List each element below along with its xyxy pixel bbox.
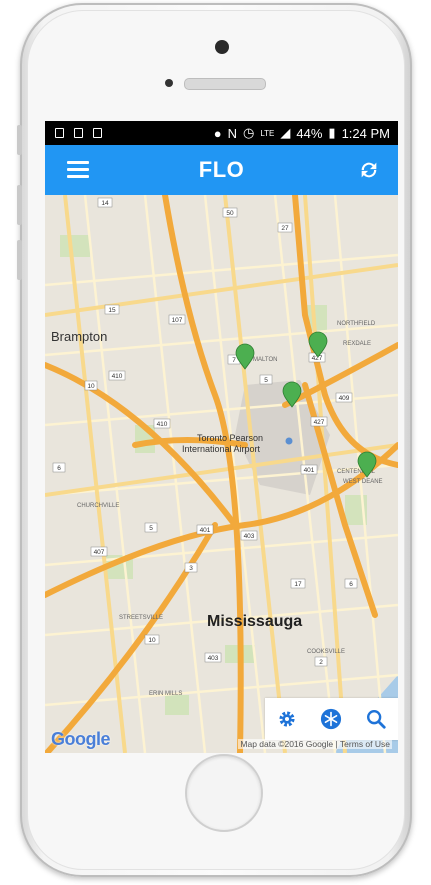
svg-text:5: 5	[149, 525, 153, 532]
proximity-sensor	[165, 79, 173, 87]
nfc-icon: N	[227, 125, 237, 141]
status-bar: ● N ◷ LTE ◢ 44% ▮ 1:24 PM	[45, 121, 398, 145]
status-indicators: ● N ◷ LTE ◢ 44% ▮ 1:24 PM	[214, 125, 398, 141]
mute-switch	[17, 125, 22, 155]
battery-icon: ▮	[328, 125, 336, 140]
svg-text:403: 403	[244, 533, 255, 540]
svg-text:403: 403	[208, 655, 219, 662]
gear-icon[interactable]	[276, 708, 298, 730]
refresh-icon[interactable]	[358, 159, 380, 181]
gallery-notification-icon	[55, 128, 64, 138]
message-notification-icon	[74, 128, 83, 138]
map-view[interactable]: 14 50 27 15 107 7 410 10 427 409 5 410 4…	[45, 195, 398, 753]
signal-icon: ◢	[280, 125, 291, 140]
label-airport-line2: International Airport	[182, 444, 261, 454]
label-churchville: CHURCHVILLE	[77, 503, 119, 509]
location-icon: ●	[213, 125, 222, 141]
alarm-icon: ◷	[242, 125, 255, 140]
svg-text:7: 7	[232, 357, 236, 364]
volume-up-button	[17, 185, 22, 225]
search-icon[interactable]	[365, 708, 387, 730]
svg-text:3: 3	[189, 565, 193, 572]
svg-text:409: 409	[339, 395, 350, 402]
svg-text:6: 6	[349, 581, 353, 588]
network-type-label: LTE	[260, 128, 275, 138]
home-button[interactable]	[185, 754, 263, 832]
svg-text:401: 401	[200, 527, 211, 534]
front-camera	[215, 40, 229, 54]
svg-text:410: 410	[112, 373, 123, 380]
clock-time: 1:24 PM	[341, 125, 390, 141]
label-erin-mills: ERIN MILLS	[149, 691, 182, 697]
app-bar: FLO	[45, 145, 398, 195]
earpiece-speaker	[184, 78, 266, 90]
label-streetsville: STREETSVILLE	[119, 615, 163, 621]
app-title: FLO	[198, 157, 245, 182]
svg-text:17: 17	[294, 581, 302, 588]
svg-text:10: 10	[148, 637, 156, 644]
label-airport-line1: Toronto Pearson	[197, 433, 263, 443]
svg-text:427: 427	[314, 419, 325, 426]
app-screen: ● N ◷ LTE ◢ 44% ▮ 1:24 PM FLO 14 50 27 1…	[45, 121, 398, 753]
label-brampton: Brampton	[51, 329, 107, 344]
svg-text:5: 5	[264, 377, 268, 384]
google-logo: Google	[51, 729, 111, 749]
label-cooksville: COOKSVILLE	[307, 649, 345, 655]
label-rexdale: REXDALE	[343, 341, 371, 347]
label-mississauga: Mississauga	[207, 613, 302, 630]
airport-icon	[285, 437, 293, 445]
svg-text:6: 6	[57, 465, 61, 472]
svg-text:2: 2	[319, 659, 323, 666]
svg-text:407: 407	[94, 549, 105, 556]
map-controls	[265, 698, 398, 740]
label-malton: MALTON	[253, 357, 277, 363]
svg-text:27: 27	[281, 225, 289, 232]
map-attribution[interactable]: Map data ©2016 Google | Terms of Use	[238, 739, 392, 749]
volume-down-button	[17, 240, 22, 280]
svg-text:410: 410	[157, 421, 168, 428]
svg-text:50: 50	[226, 210, 234, 217]
svg-text:10: 10	[87, 383, 95, 390]
battery-percent: 44%	[296, 125, 323, 141]
label-west-deane: WEST DEANE	[343, 479, 383, 485]
svg-text:401: 401	[304, 467, 315, 474]
svg-text:14: 14	[101, 200, 109, 207]
svg-text:15: 15	[108, 307, 116, 314]
notification-icons	[45, 128, 102, 138]
svg-text:107: 107	[172, 317, 183, 324]
label-northfield: NORTHFIELD	[337, 321, 376, 327]
snowflake-icon[interactable]	[320, 708, 342, 730]
clipboard-notification-icon	[93, 128, 102, 138]
